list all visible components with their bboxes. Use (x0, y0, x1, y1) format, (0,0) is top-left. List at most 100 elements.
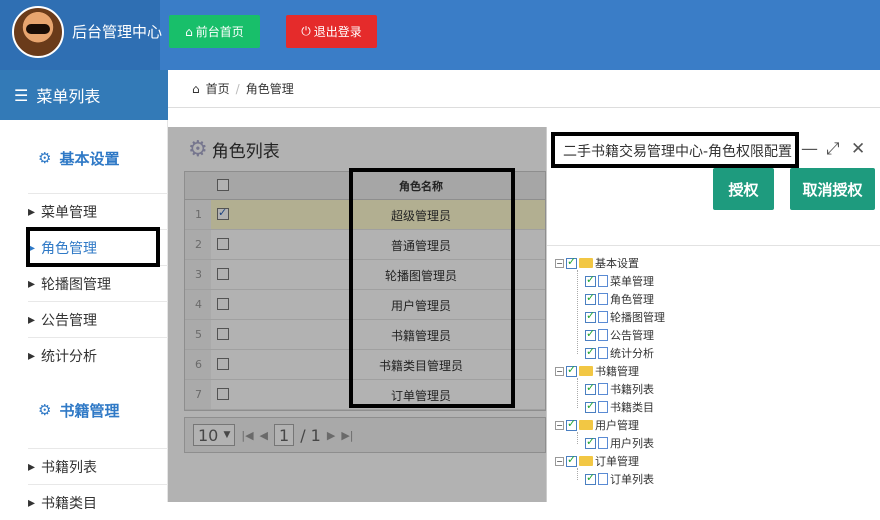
tree-checkbox[interactable] (566, 255, 577, 269)
highlight-box-names (349, 168, 515, 408)
caret-right-icon: ▸ (28, 494, 36, 511)
tree-connector (577, 378, 578, 408)
collapse-toggle-icon[interactable]: − (555, 258, 564, 268)
tree-checkbox[interactable] (585, 309, 596, 323)
tree-leaf-label: 公告管理 (610, 329, 654, 342)
logout-button[interactable]: ⏻ 退出登录 (286, 15, 377, 48)
tree-node[interactable]: − 用户管理 (555, 416, 639, 434)
close-icon[interactable]: ✕ (851, 139, 865, 159)
sidebar-item-notice[interactable]: ▸ 公告管理 (28, 301, 168, 337)
collapse-toggle-icon[interactable]: − (555, 420, 564, 430)
collapse-toggle-icon[interactable]: − (555, 456, 564, 466)
folder-icon (579, 258, 593, 268)
sidebar-item-menu[interactable]: ▸ 菜单管理 (28, 193, 168, 229)
tree-leaf[interactable]: 公告管理 (585, 326, 654, 344)
sidebar: ☰ 菜单列表 ⚙ 基本设置 ▸ 菜单管理 ▸ 角色管理 ▸ 轮播图管理 ▸ 公告管理 ▸ 统计… (0, 70, 168, 512)
tree-checkbox[interactable] (585, 399, 596, 413)
folder-icon (579, 366, 593, 376)
tree-checkbox[interactable] (566, 453, 577, 467)
file-icon (598, 383, 608, 395)
sidebar-title: 菜单列表 (36, 87, 101, 106)
tree-leaf-label: 订单列表 (610, 473, 654, 486)
tree-checkbox[interactable] (566, 363, 577, 377)
brand-title: 后台管理中心 (72, 23, 163, 41)
sidebar-item-label: 统计分析 (41, 348, 98, 365)
cancel-authorize-button[interactable]: 取消授权 (790, 168, 875, 210)
group-label: 基本设置 (59, 149, 120, 168)
sidebar-item-label: 菜单管理 (41, 204, 98, 221)
dialog-divider (547, 245, 880, 246)
tree-leaf[interactable]: 菜单管理 (585, 272, 654, 290)
tree-leaf[interactable]: 统计分析 (585, 344, 654, 362)
tree-leaf-label: 角色管理 (610, 293, 654, 306)
sidebar-item-label: 书籍列表 (41, 459, 98, 476)
file-icon (598, 329, 608, 341)
tree-leaf[interactable]: 书籍列表 (585, 380, 654, 398)
tree-leaf-label: 统计分析 (610, 347, 654, 360)
home-icon: ⌂ (192, 81, 200, 96)
sidebar-item-stats[interactable]: ▸ 统计分析 (28, 337, 168, 373)
file-icon (598, 473, 608, 485)
maximize-icon[interactable]: ⤢ (826, 139, 840, 159)
tree-node-label: 用户管理 (595, 419, 639, 432)
tree-node-label: 订单管理 (595, 455, 639, 468)
breadcrumb-current: 角色管理 (245, 82, 294, 96)
authorize-button[interactable]: 授权 (713, 168, 774, 210)
sidebar-item-book-category[interactable]: ▸ 书籍类目 (28, 484, 168, 520)
gear-icon: ⚙ (38, 149, 52, 167)
home-button[interactable]: ⌂ 前台首页 (169, 15, 260, 48)
tree-leaf-label: 书籍列表 (610, 383, 654, 396)
sidebar-item-label: 公告管理 (41, 312, 98, 329)
caret-right-icon: ▸ (28, 203, 36, 220)
tree-leaf[interactable]: 轮播图管理 (585, 308, 665, 326)
tree-node[interactable]: − 基本设置 (555, 254, 639, 272)
file-icon (598, 401, 608, 413)
tree-node[interactable]: − 书籍管理 (555, 362, 639, 380)
tree-leaf[interactable]: 订单列表 (585, 470, 654, 488)
group-label: 书籍管理 (59, 401, 120, 420)
tree-leaf[interactable]: 书籍类目 (585, 398, 654, 416)
file-icon (598, 437, 608, 449)
tree-checkbox[interactable] (585, 345, 596, 359)
breadcrumb: ⌂ 首页 / 角色管理 (168, 70, 880, 108)
group-basic-settings[interactable]: ⚙ 基本设置 (0, 140, 168, 176)
file-icon (598, 311, 608, 323)
tree-leaf-label: 用户列表 (610, 437, 654, 450)
tree-checkbox[interactable] (585, 471, 596, 485)
breadcrumb-separator: / (235, 81, 240, 96)
tree-node[interactable]: − 订单管理 (555, 452, 639, 470)
tree-checkbox[interactable] (585, 273, 596, 287)
breadcrumb-home[interactable]: 首页 (206, 80, 230, 97)
file-icon (598, 293, 608, 305)
logout-button-label: 退出登录 (313, 25, 362, 39)
tree-leaf-label: 书籍类目 (610, 401, 654, 414)
file-icon (598, 347, 608, 359)
collapse-toggle-icon[interactable]: − (555, 366, 564, 376)
sidebar-item-book-list[interactable]: ▸ 书籍列表 (28, 448, 168, 484)
tree-node-label: 书籍管理 (595, 365, 639, 378)
tree-connector (577, 270, 578, 354)
power-icon: ⏻ (301, 24, 311, 38)
tree-leaf[interactable]: 用户列表 (585, 434, 654, 452)
caret-right-icon: ▸ (28, 311, 36, 328)
folder-icon (579, 420, 593, 430)
tree-leaf-label: 轮播图管理 (610, 311, 665, 324)
sidebar-item-carousel[interactable]: ▸ 轮播图管理 (28, 265, 168, 301)
sidebar-header: ☰ 菜单列表 (0, 70, 168, 120)
minimize-icon[interactable]: — (801, 139, 818, 159)
tree-checkbox[interactable] (585, 327, 596, 341)
home-icon: ⌂ (185, 24, 193, 39)
tree-leaf-label: 菜单管理 (610, 275, 654, 288)
sidebar-item-label: 书籍类目 (41, 495, 98, 512)
list-icon: ☰ (14, 85, 29, 105)
tree-checkbox[interactable] (585, 435, 596, 449)
group-book-management[interactable]: ⚙ 书籍管理 (0, 392, 168, 428)
highlight-box-sidebar (26, 227, 160, 267)
caret-right-icon: ▸ (28, 275, 36, 292)
folder-icon (579, 456, 593, 466)
tree-checkbox[interactable] (585, 381, 596, 395)
tree-leaf[interactable]: 角色管理 (585, 290, 654, 308)
tree-checkbox[interactable] (566, 417, 577, 431)
avatar (12, 6, 64, 58)
tree-checkbox[interactable] (585, 291, 596, 305)
